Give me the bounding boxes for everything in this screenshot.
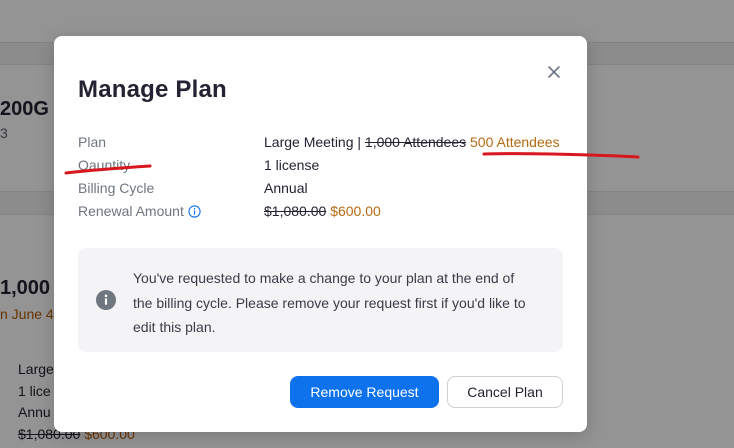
info-circle-icon [96,290,116,310]
billing-cycle-label: Billing Cycle [78,180,155,196]
pending-change-notice: You've requested to make a change to you… [78,248,563,352]
renewal-amount-value: $1,080.00 $600.00 [264,203,381,219]
manage-plan-dialog: Manage Plan Plan Large Meeting | 1,000 A… [54,36,587,432]
dialog-title: Manage Plan [78,76,227,103]
billing-cycle-row: Billing Cycle Annual [78,180,558,202]
renewal-amount-label-group: Renewal Amount [78,203,201,219]
renewal-old-amount: $1,080.00 [264,203,327,219]
quantity-label: Qauntity [78,157,131,173]
renewal-new-amount: $600.00 [330,203,381,219]
cancel-plan-button[interactable]: Cancel Plan [447,376,563,408]
plan-new-attendees: 500 Attendees [470,134,560,150]
billing-cycle-value: Annual [264,180,308,196]
info-icon[interactable] [188,204,201,218]
plan-name: Large Meeting | [264,134,365,150]
quantity-row: Qauntity 1 license [78,157,558,179]
plan-label: Plan [78,134,107,150]
plan-row: Plan Large Meeting | 1,000 Attendees 500… [78,134,560,156]
renewal-amount-row: Renewal Amount $1,080.00 $600.00 [78,203,558,225]
remove-request-button[interactable]: Remove Request [290,376,439,408]
quantity-value: 1 license [264,157,320,173]
plan-old-attendees: 1,000 Attendees [364,134,467,150]
close-icon[interactable] [542,60,566,84]
renewal-amount-label: Renewal Amount [78,203,184,219]
plan-value: Large Meeting | 1,000 Attendees 500 Atte… [264,134,560,150]
notice-message: You've requested to make a change to you… [133,270,526,335]
